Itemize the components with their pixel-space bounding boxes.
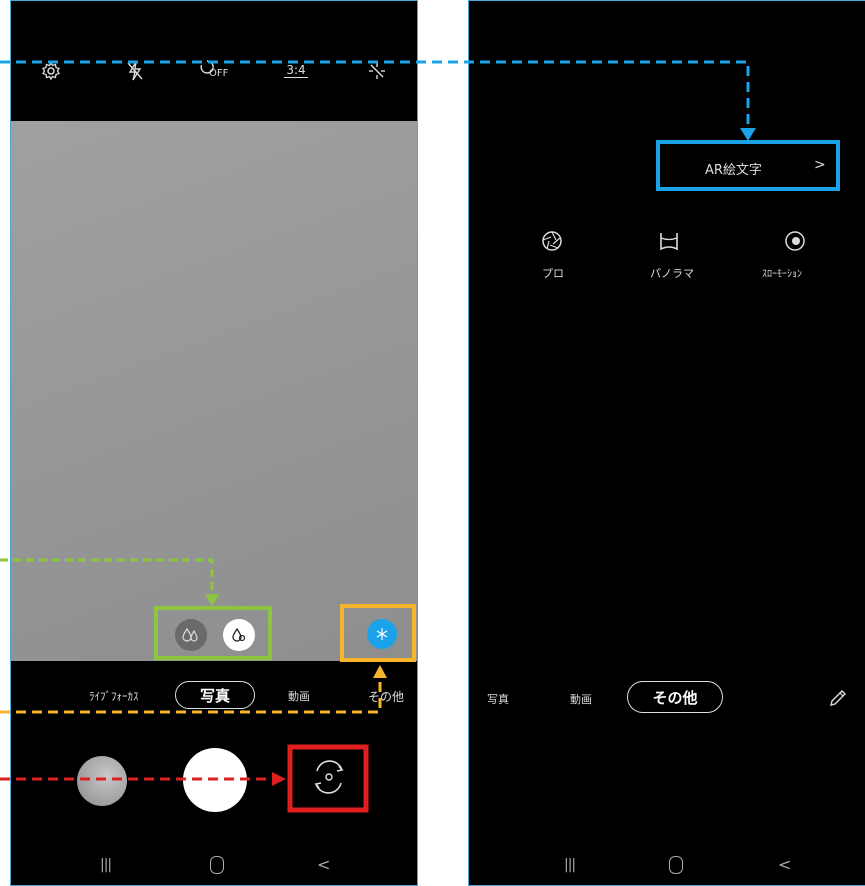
mode-slow-motion-label[interactable]: ｽﾛｰﾓｰｼｮﾝ — [762, 265, 802, 280]
mode-video[interactable]: 動画 — [570, 691, 592, 707]
mode-video[interactable]: 動画 — [288, 688, 310, 704]
mode-more[interactable]: その他 — [368, 688, 404, 705]
ratio-label: 3:4 — [284, 62, 308, 78]
timer-label: OFF — [209, 68, 229, 79]
chevron-right-icon: > — [814, 157, 826, 173]
mode-pro-label[interactable]: プロ — [542, 265, 564, 281]
mode-photo[interactable]: 写真 — [487, 691, 509, 707]
nav-home-button[interactable] — [210, 856, 224, 874]
ar-emoji-label: AR絵文字 — [705, 163, 762, 178]
shutter-button[interactable] — [183, 748, 247, 812]
mode-more-label: その他 — [652, 688, 698, 707]
pencil-icon[interactable] — [825, 685, 851, 711]
camera-screen-left: OFF 3:4 ﾗｲﾌﾞﾌｫｰｶｽ 写真 動画 その他 ||| < — [10, 0, 418, 886]
mode-photo-selected[interactable]: 写真 — [175, 681, 255, 709]
flash-off-icon[interactable] — [123, 59, 147, 83]
sparkle-off-icon[interactable] — [365, 59, 389, 83]
nav-recents-button[interactable]: ||| — [564, 857, 576, 873]
ar-emoji-button[interactable]: AR絵文字 > — [657, 141, 841, 191]
filter-icon[interactable] — [367, 619, 397, 649]
aspect-ratio-button[interactable]: 3:4 — [282, 57, 310, 83]
timer-off-icon[interactable]: OFF — [197, 57, 233, 85]
blur-toggle-group — [161, 611, 269, 659]
camera-more-screen: AR絵文字 > プロ パノラマ ｽﾛｰﾓｰｼｮﾝ 写真 動画 その他 ||| < — [468, 0, 865, 886]
aperture-icon[interactable] — [538, 227, 566, 255]
mode-more-selected[interactable]: その他 — [627, 681, 723, 713]
gear-icon[interactable] — [39, 59, 63, 83]
mode-photo-label: 写真 — [199, 686, 230, 705]
switch-camera-icon[interactable] — [307, 755, 351, 799]
slow-motion-icon[interactable] — [781, 227, 809, 255]
panorama-icon[interactable] — [655, 227, 683, 255]
camera-preview[interactable] — [11, 121, 417, 661]
gallery-thumbnail[interactable] — [77, 756, 127, 806]
nav-home-button[interactable] — [669, 856, 683, 874]
nav-recents-button[interactable]: ||| — [100, 857, 112, 873]
nav-back-button[interactable]: < — [778, 855, 791, 874]
mode-live-focus[interactable]: ﾗｲﾌﾞﾌｫｰｶｽ — [89, 688, 139, 704]
drops-outline-icon[interactable] — [175, 619, 207, 651]
drop-icon[interactable] — [223, 619, 255, 651]
nav-back-button[interactable]: < — [317, 855, 330, 874]
mode-panorama-label[interactable]: パノラマ — [650, 265, 694, 281]
